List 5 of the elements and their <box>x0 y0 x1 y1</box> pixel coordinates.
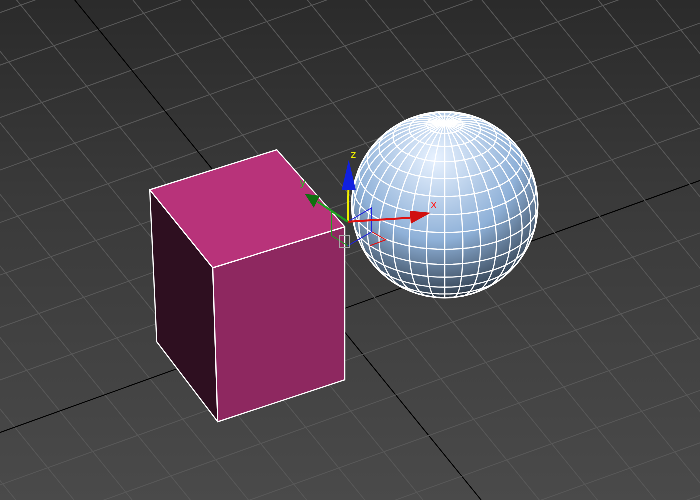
move-gizmo-drawing[interactable] <box>305 160 431 248</box>
axis-label: y <box>300 178 306 189</box>
axis-label: x <box>431 200 437 211</box>
axis-label: z <box>351 150 356 161</box>
3d-viewport[interactable]: z y x <box>0 0 700 500</box>
